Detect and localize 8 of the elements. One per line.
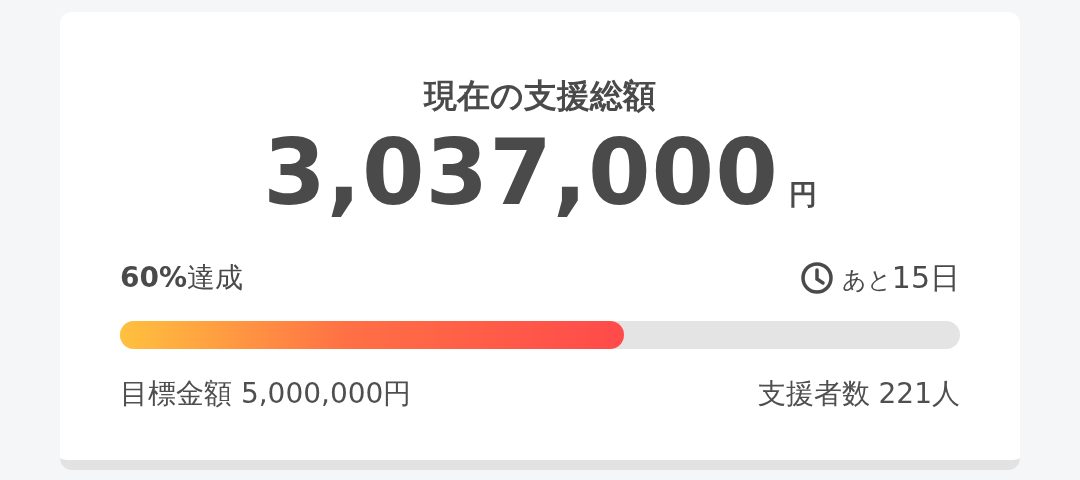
goal-amount: 目標金額 5,000,000円 [120,375,412,412]
currency-unit: 円 [788,176,817,213]
clock-icon [799,261,834,296]
section-title: 現在の支援総額 [424,76,656,116]
supporter-count: 支援者数 221人 [757,375,960,412]
total-amount: 3,037,000 [263,127,779,218]
days-remaining: あと 15日 [841,258,960,297]
achievement-rate: 60%達成 [120,260,244,297]
